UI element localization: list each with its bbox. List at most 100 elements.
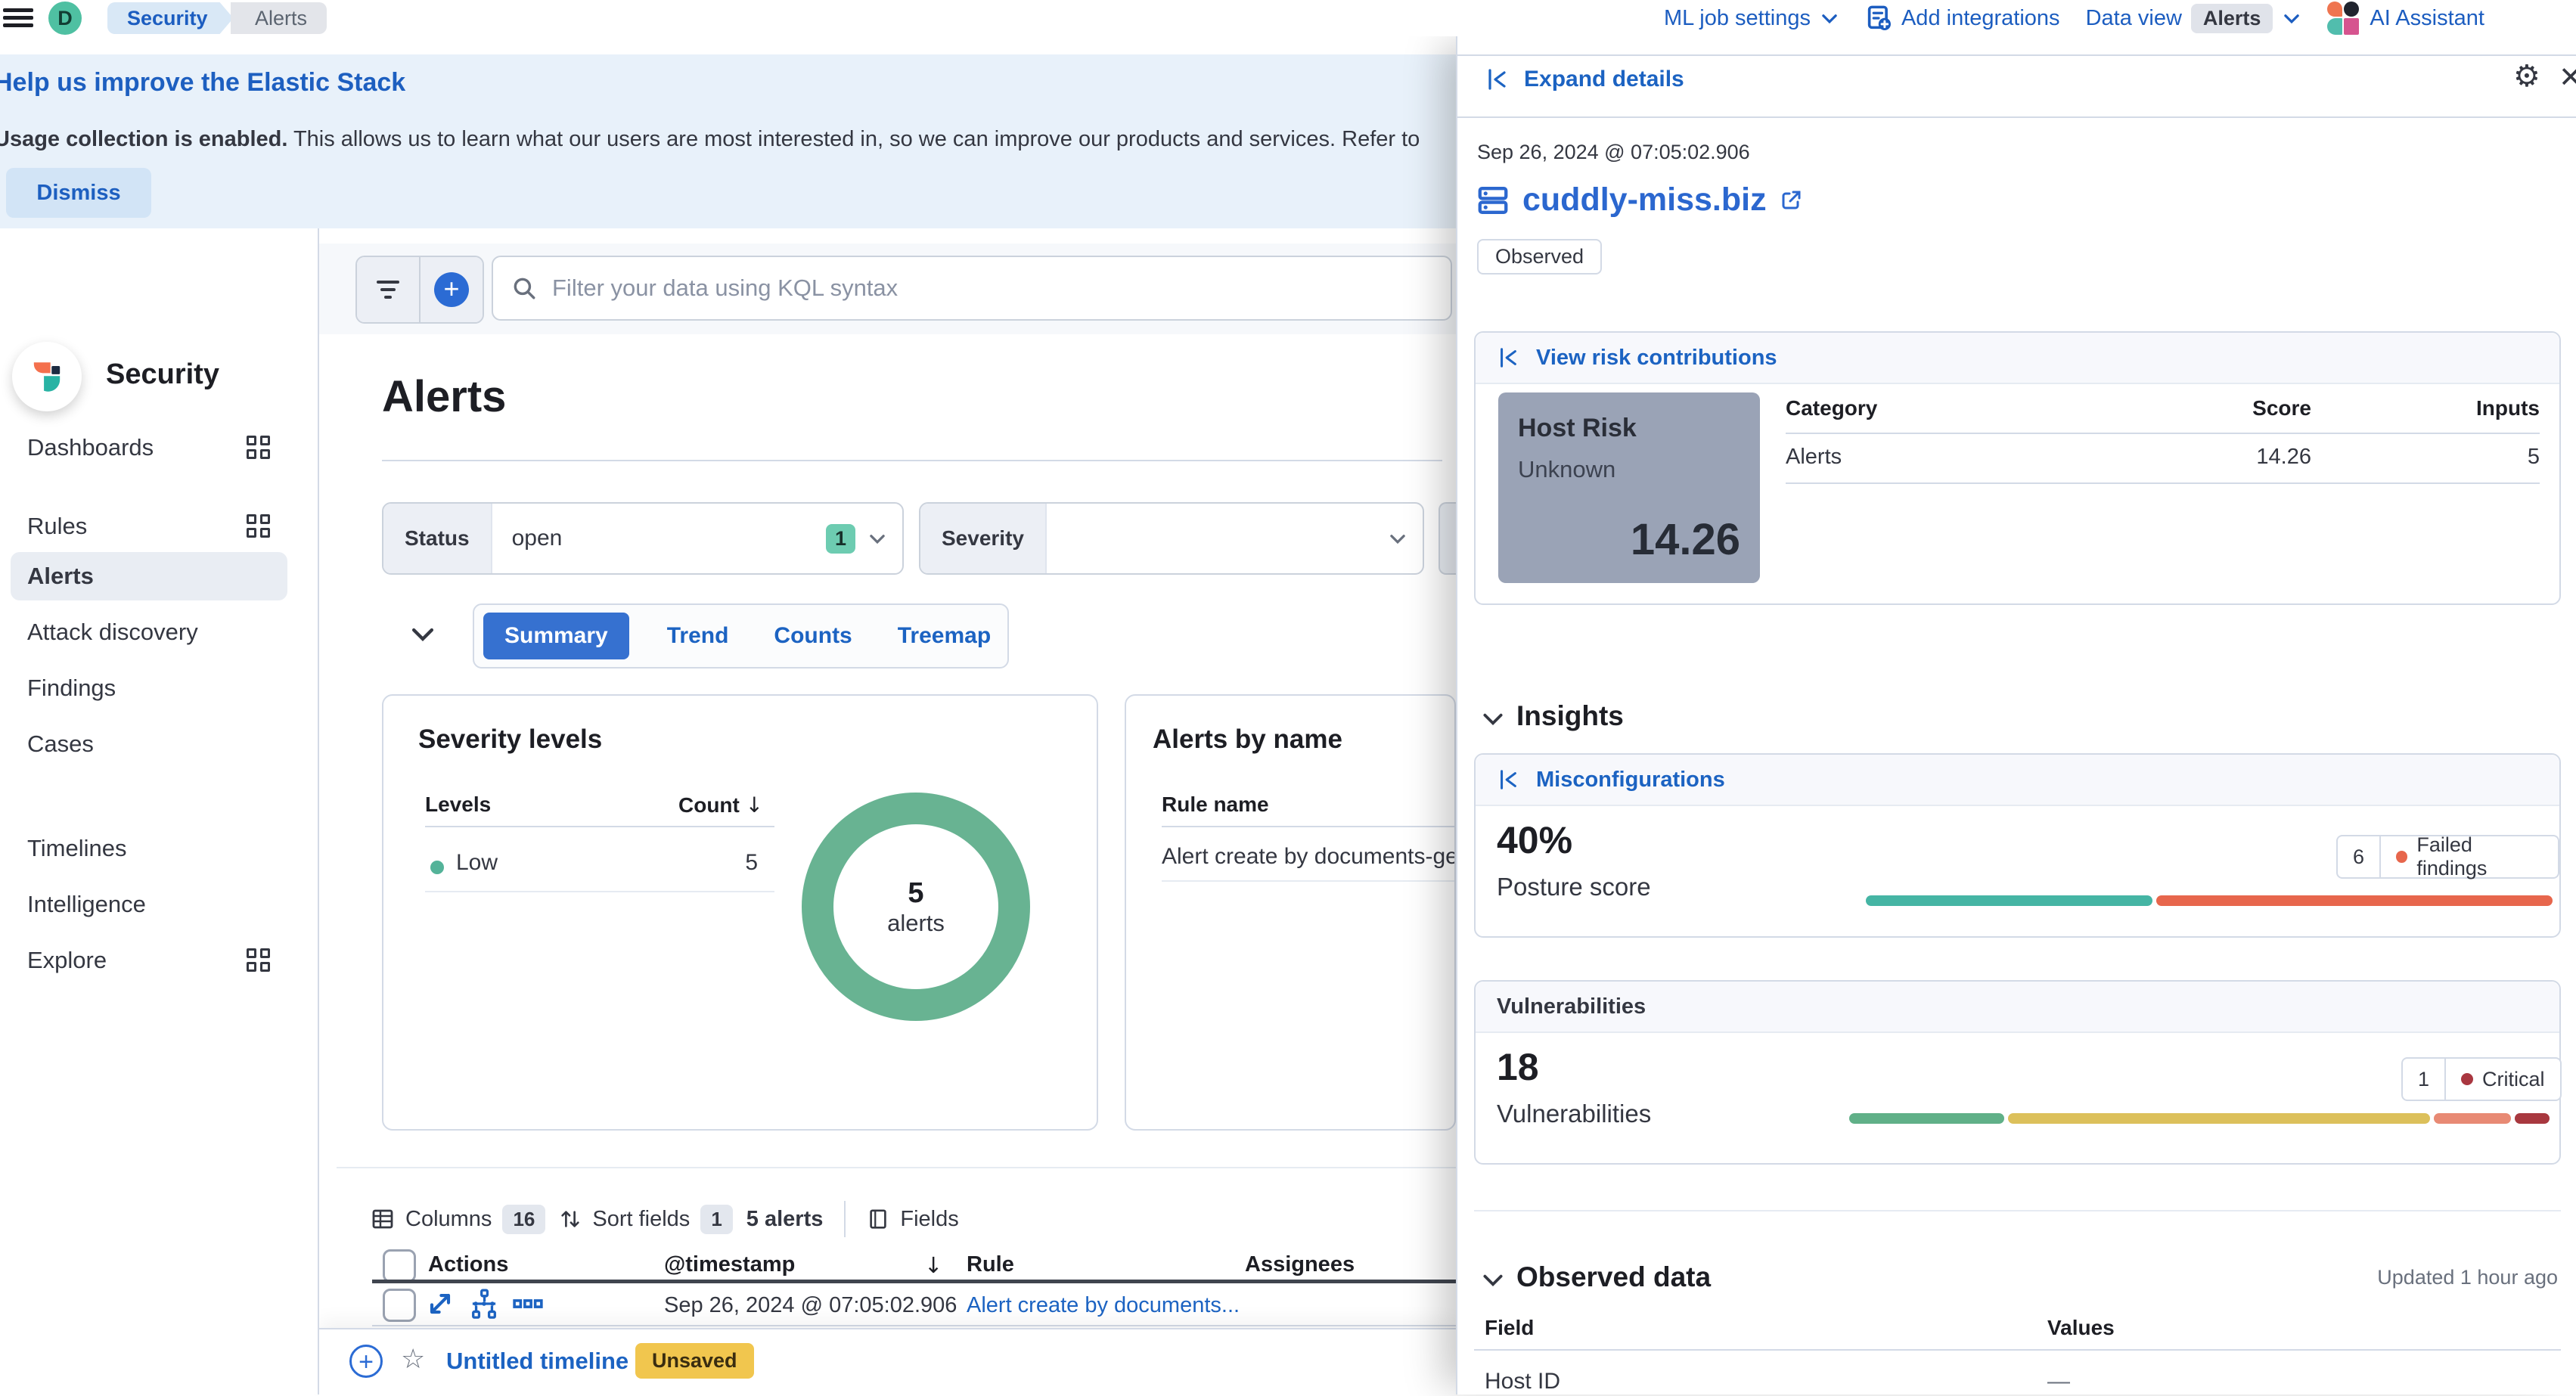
- external-link-icon[interactable]: [1779, 188, 1803, 213]
- sort-fields-button[interactable]: Sort fields 1: [559, 1205, 732, 1234]
- alert-timestamp: Sep 26, 2024 @ 07:05:02.906: [1477, 141, 1750, 164]
- breadcrumb-alerts: Alerts: [231, 2, 327, 34]
- insights-section-chevron[interactable]: [1480, 706, 1506, 732]
- add-integrations-label: Add integrations: [1901, 6, 2060, 31]
- timeline-title[interactable]: Untitled timeline: [446, 1348, 628, 1375]
- misconfigurations-header: Misconfigurations: [1476, 755, 2559, 806]
- alerts-by-name-card: Alerts by name Rule name Alert create by…: [1125, 694, 1456, 1131]
- tab-counts[interactable]: Counts: [766, 623, 859, 649]
- rule-column-header[interactable]: Rule: [967, 1252, 1014, 1277]
- host-name-link[interactable]: cuddly-miss.biz: [1522, 181, 1767, 219]
- count-column-header[interactable]: Count ↓: [678, 793, 763, 817]
- close-icon[interactable]: ✕: [2559, 60, 2576, 94]
- chevron-down-icon: [2282, 8, 2301, 28]
- sidebar-item-timelines[interactable]: Timelines: [11, 824, 287, 873]
- vulnerabilities-count-label: Vulnerabilities: [1497, 1100, 1651, 1128]
- donut-label: alerts: [887, 910, 945, 937]
- alerts-count-label: 5 alerts: [746, 1207, 824, 1232]
- divider: [425, 891, 774, 892]
- sidebar-item-alerts[interactable]: Alerts: [11, 552, 287, 600]
- misconfigurations-link[interactable]: Misconfigurations: [1536, 768, 1725, 793]
- divider: [1162, 826, 1456, 827]
- sidebar-item-cases[interactable]: Cases: [11, 720, 287, 768]
- grid-header-underline: [372, 1280, 1456, 1283]
- status-filter[interactable]: Status open 1: [382, 502, 904, 575]
- observed-field-cell: Host ID: [1485, 1369, 1560, 1394]
- observed-data-chevron[interactable]: [1480, 1267, 1506, 1293]
- timeline-bottom-bar: + ☆ Untitled timeline Unsaved: [319, 1328, 1456, 1396]
- kql-search-bar: [492, 256, 1452, 321]
- star-icon[interactable]: ☆: [401, 1343, 425, 1375]
- sort-down-arrow-icon[interactable]: ↓: [924, 1252, 942, 1278]
- expand-details-label: Expand details: [1524, 67, 1684, 92]
- severity-level-cell: Low: [456, 850, 498, 876]
- card-title: Severity levels: [418, 724, 602, 755]
- divider: [382, 460, 1442, 461]
- sidebar-item-rules[interactable]: Rules: [11, 502, 287, 551]
- rule-name-column-header: Rule name: [1162, 793, 1269, 817]
- breadcrumb-security[interactable]: Security: [107, 2, 234, 34]
- host-risk-title: Host Risk: [1518, 414, 1637, 443]
- vulnerabilities-panel: Vulnerabilities 18 Vulnerabilities 1 Cri…: [1474, 980, 2561, 1165]
- add-timeline-icon[interactable]: +: [349, 1345, 383, 1378]
- tab-trend[interactable]: Trend: [660, 623, 737, 649]
- page-title: Alerts: [382, 371, 506, 422]
- dismiss-button[interactable]: Dismiss: [6, 168, 151, 218]
- vulnerabilities-count: 18: [1497, 1045, 1539, 1089]
- sidebar-item-findings[interactable]: Findings: [11, 664, 287, 712]
- failed-findings-count: 6: [2338, 836, 2381, 877]
- risk-panel-header: View risk contributions: [1476, 333, 2559, 384]
- ml-job-settings-button[interactable]: ML job settings: [1664, 6, 1839, 31]
- grid-icon: [247, 514, 271, 538]
- risk-category-cell: Alerts: [1786, 445, 1842, 470]
- columns-label: Columns: [405, 1207, 492, 1232]
- banner-title[interactable]: Help us improve the Elastic Stack: [0, 68, 405, 98]
- unsaved-badge: Unsaved: [635, 1343, 754, 1379]
- clipped-filter-control: [1439, 502, 1456, 575]
- security-logo[interactable]: [12, 342, 82, 411]
- analyzer-graph-icon[interactable]: [467, 1287, 501, 1320]
- add-filter-button[interactable]: +: [419, 257, 483, 322]
- sort-fields-label: Sort fields: [592, 1207, 690, 1232]
- menu-icon[interactable]: [3, 5, 33, 32]
- fields-button[interactable]: Fields: [867, 1207, 958, 1232]
- grid-icon: [247, 436, 271, 460]
- ai-assistant-button[interactable]: AI Assistant: [2327, 2, 2484, 35]
- vulnerabilities-header-label: Vulnerabilities: [1497, 994, 1646, 1019]
- collapse-section-chevron[interactable]: [408, 620, 437, 649]
- kql-search-input[interactable]: [551, 274, 1432, 302]
- severity-filter-label: Severity: [920, 504, 1047, 573]
- bar-segment-low: [1849, 1113, 2004, 1124]
- avatar[interactable]: D: [48, 2, 82, 35]
- sidebar-item-explore[interactable]: Explore: [11, 936, 287, 985]
- rule-link[interactable]: Alert create by documents...: [967, 1293, 1240, 1318]
- tab-summary[interactable]: Summary: [483, 613, 629, 659]
- divider: [337, 1167, 1456, 1168]
- sidebar-item-dashboards[interactable]: Dashboards: [11, 423, 287, 472]
- ai-assistant-label: AI Assistant: [2370, 6, 2484, 31]
- select-all-checkbox[interactable]: [383, 1249, 416, 1283]
- observed-badge: Observed: [1477, 239, 1602, 275]
- filter-sets-button[interactable]: [357, 257, 419, 322]
- sidebar-item-intelligence[interactable]: Intelligence: [11, 880, 287, 929]
- expand-details-button[interactable]: Expand details: [1485, 67, 1684, 92]
- add-integrations-button[interactable]: Add integrations: [1865, 5, 2060, 32]
- timestamp-column-header[interactable]: @timestamp: [664, 1252, 795, 1277]
- divider: [1162, 880, 1456, 882]
- row-checkbox[interactable]: [383, 1289, 416, 1322]
- more-actions-icon[interactable]: [511, 1287, 545, 1320]
- columns-button[interactable]: Columns 16: [371, 1205, 545, 1234]
- sidebar-item-label: Timelines: [27, 835, 127, 862]
- data-view-picker[interactable]: Data view Alerts: [2086, 4, 2302, 33]
- severity-filter[interactable]: Severity: [919, 502, 1424, 575]
- sidebar-item-label: Intelligence: [27, 891, 146, 918]
- sidebar-item-attack-discovery[interactable]: Attack discovery: [11, 608, 287, 656]
- view-risk-contributions-link[interactable]: View risk contributions: [1536, 346, 1777, 371]
- tab-treemap[interactable]: Treemap: [890, 623, 998, 649]
- arrow-start-icon: [1485, 67, 1509, 92]
- expand-alert-icon[interactable]: [424, 1287, 457, 1320]
- gear-icon[interactable]: ⚙: [2513, 59, 2540, 94]
- assignees-column-header: Assignees: [1245, 1252, 1355, 1277]
- chart-view-tabs: Summary Trend Counts Treemap: [473, 603, 1009, 669]
- topbar-actions: ML job settings Add integrations Data vi…: [1664, 0, 2484, 36]
